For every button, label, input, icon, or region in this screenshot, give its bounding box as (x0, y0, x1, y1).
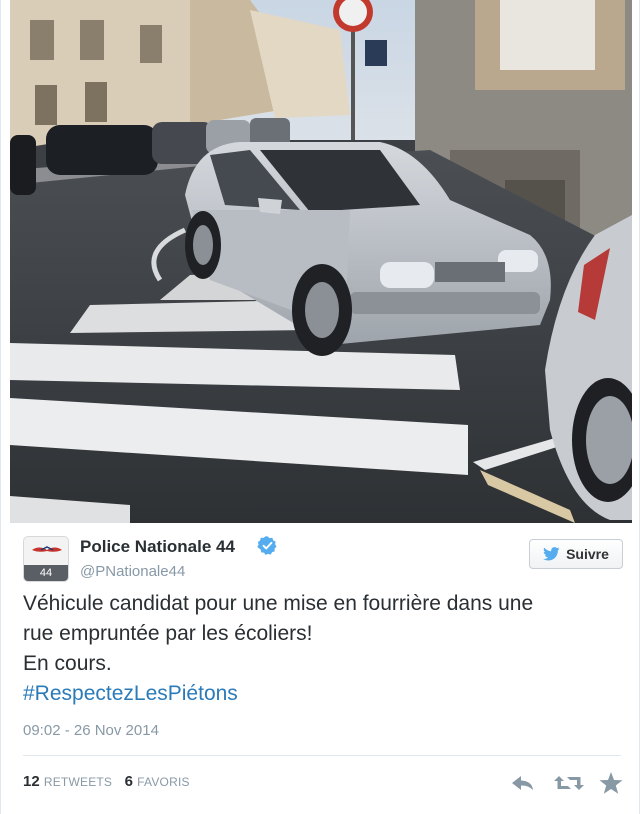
favorites-label[interactable]: FAVORIS (137, 775, 190, 789)
retweet-icon (554, 776, 584, 790)
tweet-timestamp[interactable]: 09:02 - 26 Nov 2014 (23, 722, 159, 739)
tweet-photo[interactable] (10, 0, 632, 523)
tweet-text-line: Véhicule candidat pour une mise en fourr… (23, 592, 534, 615)
avatar-label: 44 (24, 565, 68, 581)
retweets-count[interactable]: 12 (23, 773, 40, 790)
author-handle[interactable]: @PNationale44 (80, 563, 185, 580)
favorites-count[interactable]: 6 (125, 773, 133, 790)
tweet-text: Véhicule candidat pour une mise en fourr… (23, 589, 633, 709)
avatar[interactable]: 44 (23, 536, 69, 582)
retweets-label[interactable]: RETWEETS (44, 775, 112, 789)
hashtag-link[interactable]: #RespectezLesPiétons (23, 679, 633, 709)
verified-badge-icon (257, 536, 277, 555)
retweet-button[interactable] (553, 770, 585, 796)
tweet-text-line: rue empruntée par les écoliers! (23, 622, 313, 645)
reply-icon (512, 776, 533, 790)
follow-button-label: Suivre (566, 546, 609, 562)
reply-button[interactable] (509, 770, 537, 796)
tweet-stats: 12 RETWEETS 6 FAVORIS (23, 773, 190, 790)
police-logo-icon (32, 546, 62, 552)
follow-button[interactable]: Suivre (529, 539, 623, 569)
tweet-card: 44 Police Nationale 44 @PNationale44 Sui… (0, 0, 640, 814)
favorite-icon (599, 772, 623, 794)
author-display-name[interactable]: Police Nationale 44 (80, 537, 235, 557)
favorite-button[interactable] (597, 770, 625, 796)
divider (23, 755, 621, 756)
tweet-text-line: En cours. (23, 652, 112, 675)
twitter-bird-icon (543, 547, 560, 561)
